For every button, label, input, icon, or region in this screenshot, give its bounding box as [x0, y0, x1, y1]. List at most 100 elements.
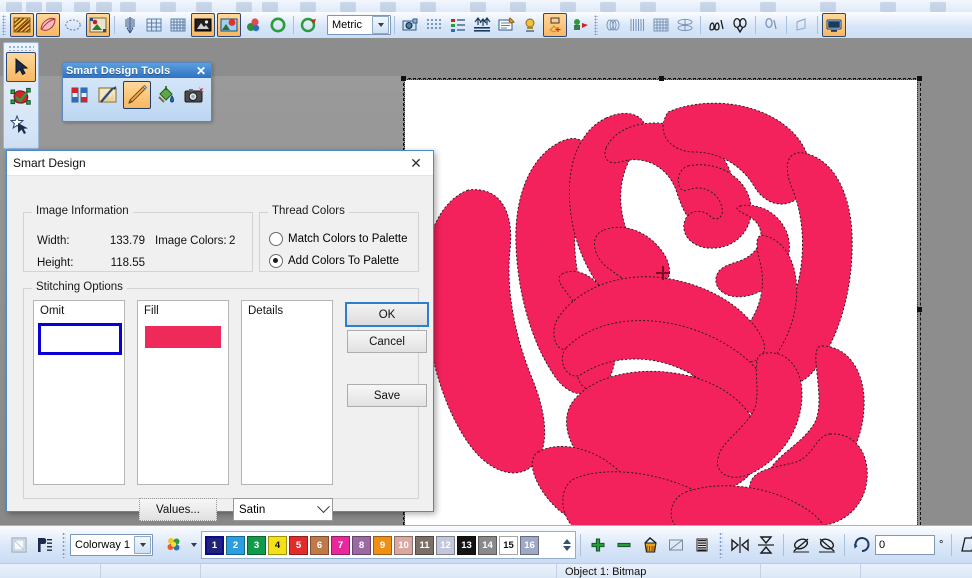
outline-select-tool[interactable] [62, 14, 84, 36]
radio-match-colors-to-palette[interactable]: Match Colors to Palette [269, 232, 408, 246]
chain-stitch-tool[interactable] [674, 14, 696, 36]
palette-chip[interactable]: 11 [415, 536, 434, 555]
smart-pencil-tool[interactable] [123, 81, 151, 109]
radio-add-colors-to-palette[interactable]: Add Colors To Palette [269, 254, 399, 268]
palette-chip[interactable]: 3 [247, 536, 266, 555]
no-fill-icon[interactable] [664, 533, 688, 557]
palette-chip[interactable]: 7 [331, 536, 350, 555]
column-stitch-tool[interactable] [626, 14, 648, 36]
palette-chip[interactable]: 5 [289, 536, 308, 555]
camera-object-tool[interactable] [399, 14, 421, 36]
capture-tool[interactable] [181, 82, 207, 108]
omit-swatch-selected[interactable] [38, 323, 122, 355]
toolbar-drag-handle[interactable] [2, 15, 6, 35]
color-palette-icon[interactable] [162, 533, 186, 557]
rose-bitmap-artwork[interactable] [410, 82, 910, 532]
rotate-angle-field[interactable]: 0 [875, 535, 935, 555]
palette-chip[interactable]: 2 [226, 536, 245, 555]
values-button[interactable]: Values... [139, 498, 217, 521]
toolbar-drag-handle[interactable] [594, 15, 598, 35]
shape-node-tool[interactable] [543, 13, 567, 37]
grid-snap-tool[interactable] [167, 14, 189, 36]
palette-chip[interactable]: 15 [499, 536, 518, 555]
apply-thread-tool[interactable] [569, 14, 591, 36]
auto-trace-tool[interactable] [95, 82, 121, 108]
fill-color-swatch[interactable] [145, 326, 221, 348]
smart-design-tool[interactable] [217, 13, 241, 37]
monitor-tool[interactable] [822, 13, 846, 37]
color-bars-tool[interactable] [67, 82, 93, 108]
selection-handle-n[interactable] [659, 76, 664, 81]
save-button[interactable]: Save [347, 384, 427, 407]
thread-chart-icon[interactable] [33, 533, 57, 557]
palette-chip[interactable]: 12 [436, 536, 455, 555]
palette-chip[interactable]: 14 [478, 536, 497, 555]
details-listbox[interactable]: Details [241, 300, 333, 485]
palette-chip[interactable]: 1 [205, 536, 224, 555]
palette-dropdown-arrow[interactable] [188, 533, 200, 557]
close-icon[interactable]: ✕ [194, 65, 208, 77]
palette-title-bar[interactable]: Smart Design Tools ✕ [63, 63, 211, 78]
coil-stitch-tool[interactable] [602, 14, 624, 36]
color-palette-strip[interactable]: 1 2 3 4 5 6 7 8 9 10 11 12 13 14 15 16 [201, 531, 576, 559]
ruler-tool[interactable] [119, 14, 141, 36]
magic-wand-tool[interactable] [7, 112, 35, 140]
single-motif-tool[interactable] [760, 14, 782, 36]
color-list-tool[interactable] [447, 14, 469, 36]
selection-handle-ne[interactable] [917, 76, 922, 81]
print-preview-icon[interactable] [7, 533, 31, 557]
selection-handle-e[interactable] [917, 307, 922, 312]
palette-drag-handle[interactable] [8, 45, 34, 51]
color-bars-icon[interactable] [690, 533, 714, 557]
rotate-cw-icon[interactable] [815, 533, 839, 557]
reshape-object-tool[interactable] [7, 83, 35, 111]
cancel-button[interactable]: Cancel [347, 330, 427, 353]
palette-chip[interactable]: 4 [268, 536, 287, 555]
palette-chip[interactable]: 9 [373, 536, 392, 555]
fill-listbox[interactable]: Fill [137, 300, 229, 485]
rotate-angle-icon[interactable] [850, 533, 874, 557]
note-tool[interactable] [495, 14, 517, 36]
add-plus-icon[interactable] [586, 533, 610, 557]
select-object-tool[interactable] [6, 52, 36, 82]
mirror-horizontal-icon[interactable] [728, 533, 752, 557]
dot-matrix-tool[interactable] [423, 14, 445, 36]
apply-color-tool[interactable] [298, 14, 320, 36]
ok-button[interactable]: OK [345, 302, 429, 327]
remove-minus-icon[interactable] [612, 533, 636, 557]
palette-chip[interactable]: 16 [520, 536, 539, 555]
palette-chip[interactable]: 10 [394, 536, 413, 555]
skew-icon[interactable] [957, 533, 972, 557]
rotate-ccw-icon[interactable] [789, 533, 813, 557]
node-edit-tool[interactable] [86, 13, 110, 37]
motif-run-tool[interactable] [705, 14, 727, 36]
flood-fill-tool[interactable] [153, 82, 179, 108]
insert-bitmap-tool[interactable] [191, 13, 215, 37]
mirror-vertical-icon[interactable] [754, 533, 778, 557]
chevron-down-icon[interactable] [134, 536, 151, 554]
color-blend-tool[interactable] [243, 14, 265, 36]
stitch-type-combo[interactable]: Satin [233, 498, 333, 521]
dialog-title-bar[interactable]: Smart Design ✕ [7, 151, 433, 176]
thread-bucket-icon[interactable] [638, 533, 662, 557]
colorway-combo[interactable]: Colorway 1 [70, 534, 153, 556]
satin-leaf-tool[interactable] [36, 13, 60, 37]
omit-listbox[interactable]: Omit [33, 300, 125, 485]
lamp-tool[interactable] [519, 14, 541, 36]
spinner-up-down-icon[interactable] [560, 534, 573, 556]
chevron-down-icon[interactable] [314, 505, 332, 514]
chevron-down-icon[interactable] [372, 16, 389, 34]
unit-selector[interactable]: Metric [327, 15, 391, 35]
grid-tool[interactable] [143, 14, 165, 36]
bottombar-drag-handle[interactable] [719, 532, 723, 558]
tatami-stitch-tool[interactable] [650, 14, 672, 36]
stitch-layers-tool[interactable] [471, 14, 493, 36]
palette-chip[interactable]: 13 [457, 536, 476, 555]
close-icon[interactable]: ✕ [405, 153, 427, 173]
bottombar-drag-handle[interactable] [62, 532, 66, 558]
palette-chip[interactable]: 6 [310, 536, 329, 555]
motif-fill-tool[interactable] [729, 14, 751, 36]
fill-stitch-tool[interactable] [10, 13, 34, 37]
palette-chip[interactable]: 8 [352, 536, 371, 555]
selection-handle-nw[interactable] [401, 76, 406, 81]
